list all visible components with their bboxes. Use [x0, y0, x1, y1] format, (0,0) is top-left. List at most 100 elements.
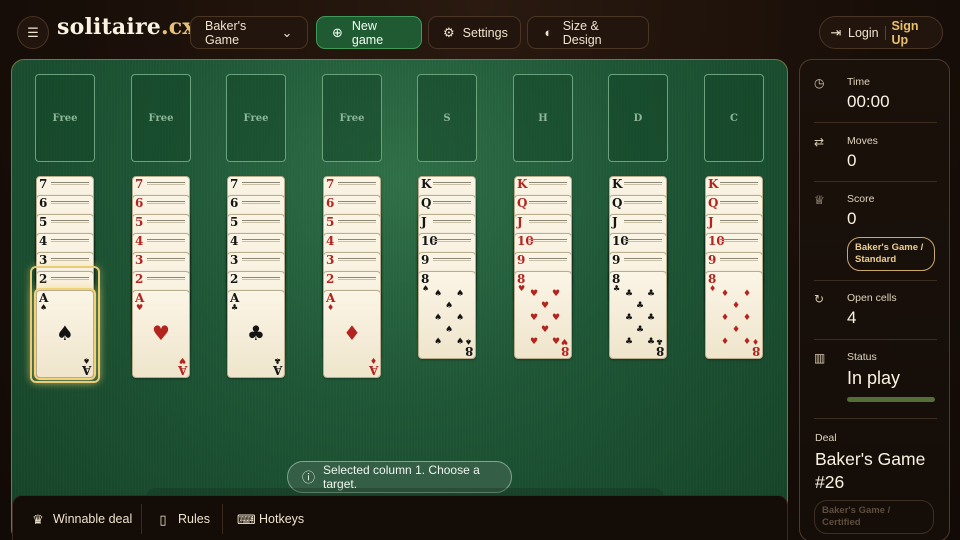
card-edge-line [242, 258, 280, 261]
size-design-button[interactable]: ◐ Size & Design [527, 16, 649, 49]
suit-pip-icon: ♦ [721, 313, 730, 323]
suit-icon: ♣ [273, 356, 281, 365]
free-cell[interactable]: Free [131, 74, 191, 162]
card-rank: 4 [39, 234, 48, 248]
card-edge-line [338, 182, 376, 185]
card-rank: Q [421, 196, 432, 210]
playing-card[interactable]: 8 ♣ 8 ♣ ♣ ♣ ♣ ♣ ♣ ♣ ♣ ♣ [609, 271, 667, 359]
card-rank: 7 [39, 177, 48, 191]
top-bar: ☰ solitaire.cx Baker's Game ⌄ ⊕ New game… [0, 0, 960, 62]
card-rank: 9 [708, 253, 717, 267]
winnable-deal-button[interactable]: ♛ Winnable deal [31, 496, 132, 540]
suit-pip-icon: ♦ [743, 289, 752, 299]
card-edge-line [338, 239, 376, 242]
card-edge-line [147, 220, 185, 223]
suit-icon: ♥ [136, 303, 144, 312]
new-game-button[interactable]: ⊕ New game [316, 16, 422, 49]
menu-button[interactable]: ☰ [17, 16, 49, 49]
foundation-pile[interactable]: H [513, 74, 573, 162]
card-edge-line [433, 258, 471, 261]
toast-text: Selected column 1. Choose a target. [323, 463, 480, 491]
rules-button[interactable]: ▯ Rules [156, 496, 210, 540]
card-rank: 3 [39, 253, 48, 267]
card-rank-bottom: 8 [751, 344, 760, 358]
card-rank-bottom: A [368, 363, 378, 377]
suit-pip-icon: ♣ [625, 289, 634, 299]
card-rank: 6 [230, 196, 239, 210]
suit-pip-icon: ♥ [552, 337, 561, 347]
free-cell[interactable]: Free [35, 74, 95, 162]
status-value: In play [847, 368, 901, 388]
card-edge-line [720, 201, 758, 204]
playing-card[interactable]: 8 ♥ 8 ♥ ♥ ♥ ♥ ♥ ♥ ♥ ♥ ♥ [514, 271, 572, 359]
suit-pip-icon: ♠ [456, 337, 465, 347]
card-rank: 5 [326, 215, 335, 229]
card-rank: 6 [326, 196, 335, 210]
suit-pip-icon: ♠ [434, 313, 443, 323]
game-table: 7 6 5 4 3 2 A ♠ A ♠ ♠ 7 6 5 4 3 2 A ♥ A ♥ ♥ 7 6 5 4 3 2 A ♣ A ♣ ♣ 7 6 5 4 3 2 A… [11, 59, 788, 540]
settings-label: Settings [462, 25, 508, 40]
card-edge-line [433, 239, 471, 242]
free-cell[interactable]: Free [226, 74, 286, 162]
suit-pip-icon: ♥ [530, 289, 539, 299]
card-edge-line [529, 258, 567, 261]
card-edge-line [51, 258, 89, 261]
card-rank: Q [708, 196, 719, 210]
hamburger-icon: ☰ [27, 25, 39, 40]
card-edge-line [529, 220, 567, 223]
playing-card[interactable]: 8 ♠ 8 ♠ ♠ ♠ ♠ ♠ ♠ ♠ ♠ ♠ [418, 271, 476, 359]
crown-icon: ♛ [32, 511, 44, 527]
suit-icon: ♥ [518, 284, 526, 293]
card-edge-line [51, 220, 89, 223]
suit-icon: ♦ [327, 303, 335, 312]
footer-divider [222, 504, 223, 534]
moves-label: Moves [847, 135, 878, 147]
foundation-pile[interactable]: C [704, 74, 764, 162]
card-edge-line [147, 201, 185, 204]
suit-pip-icon: ♣ [647, 313, 656, 323]
foundation-pile[interactable]: D [608, 74, 668, 162]
card-rank: 3 [326, 253, 335, 267]
card-rank: K [708, 177, 719, 191]
card-rank: 6 [135, 196, 144, 210]
variant-dropdown[interactable]: Baker's Game ⌄ [190, 16, 308, 49]
new-game-label: New game [351, 18, 384, 47]
card-rank: 7 [326, 177, 335, 191]
card-edge-line [720, 220, 758, 223]
suit-pip-icon: ♦ [743, 337, 752, 347]
open-cells-value: 4 [847, 308, 857, 327]
card-edge-line [529, 182, 567, 185]
card-edge-line [529, 201, 567, 204]
suit-icon: ♣ [613, 284, 621, 293]
suit-icon: ♠ [464, 337, 472, 346]
foundation-pile[interactable]: S [417, 74, 477, 162]
card-edge-line [624, 220, 662, 223]
playing-card[interactable]: A ♦ A ♦ ♦ [323, 290, 381, 378]
site-logo[interactable]: solitaire.cx [57, 14, 196, 40]
settings-button[interactable]: ⚙ Settings [428, 16, 521, 49]
suit-pip-icon: ♦ [732, 325, 741, 335]
hotkeys-button[interactable]: ⌨ Hotkeys [237, 496, 304, 540]
playing-card[interactable]: A ♣ A ♣ ♣ [227, 290, 285, 378]
card-edge-line [433, 220, 471, 223]
open-cells-label: Open cells [847, 292, 897, 304]
suit-pip-icon: ♦ [721, 289, 730, 299]
login-link[interactable]: Login [848, 26, 879, 40]
free-cell[interactable]: Free [322, 74, 382, 162]
playing-card[interactable]: A ♥ A ♥ ♥ [132, 290, 190, 378]
suit-pip-icon: ♥ [530, 337, 539, 347]
card-rank: 6 [39, 196, 48, 210]
score-value: 0 [847, 209, 857, 228]
status-label: Status [847, 351, 877, 363]
suit-icon: ♥ [560, 337, 568, 346]
suit-pip-icon: ♠ [456, 289, 465, 299]
footer-divider [141, 504, 142, 534]
stats-panel: ◷ Time 00:00 ⇄ Moves 0 ♕ Score 0 Baker's… [799, 59, 950, 540]
signup-link[interactable]: Sign Up [891, 19, 932, 47]
suit-pip-icon: ♥ [541, 301, 550, 311]
playing-card[interactable]: 8 ♦ 8 ♦ ♦ ♦ ♦ ♦ ♦ ♦ ♦ ♦ [705, 271, 763, 359]
suit-icon: ♣ [655, 337, 663, 346]
card-rank: 2 [326, 272, 335, 286]
suit-pip-icon: ♣ [625, 337, 634, 347]
clock-icon: ◷ [814, 76, 825, 90]
